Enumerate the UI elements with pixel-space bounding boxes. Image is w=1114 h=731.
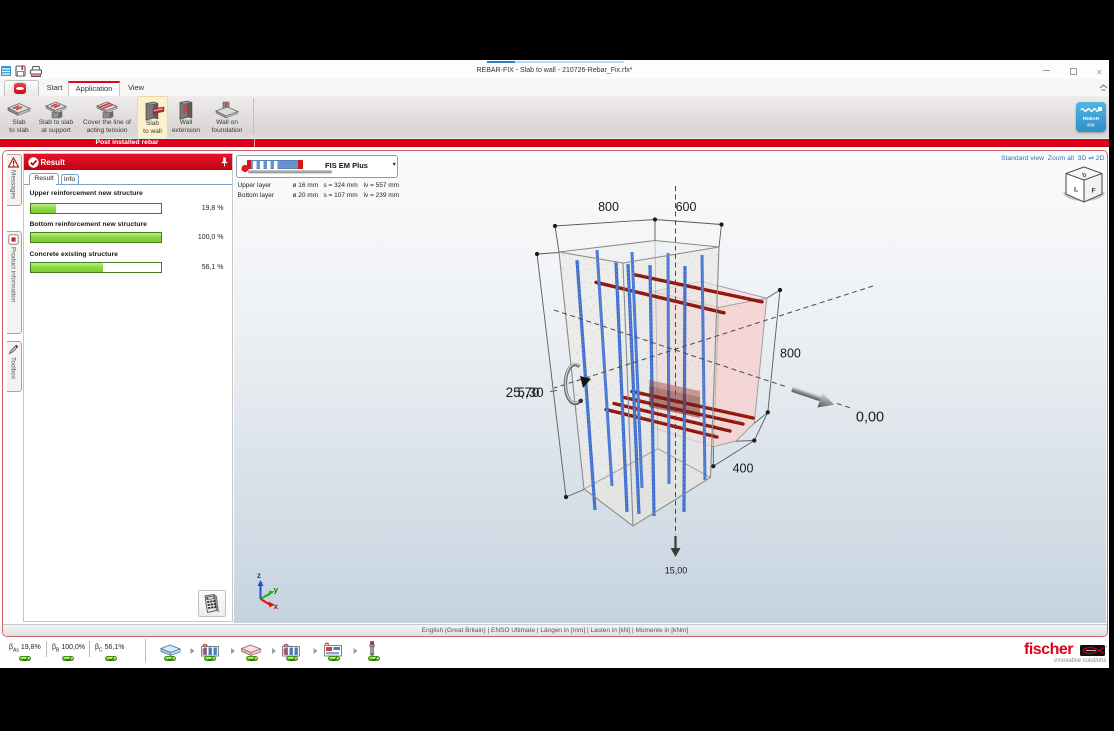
svg-text:FIX: FIX [1087, 122, 1095, 127]
svg-text:®: ® [1106, 645, 1108, 649]
svg-text:x: x [273, 602, 278, 611]
svg-text:15,00: 15,00 [664, 565, 687, 575]
svg-text:y: y [273, 585, 278, 594]
svg-text:0,00: 0,00 [855, 409, 883, 425]
svg-text:600: 600 [675, 200, 696, 214]
svg-text:z: z [257, 571, 261, 580]
svg-text:L: L [1074, 186, 1078, 193]
svg-text:800: 800 [598, 200, 619, 214]
svg-text:400: 400 [732, 461, 753, 475]
svg-text:5,30: 5,30 [517, 385, 543, 400]
svg-text:800: 800 [780, 346, 801, 360]
svg-text:F: F [1091, 187, 1095, 194]
svg-text:REBAR: REBAR [1083, 116, 1100, 121]
